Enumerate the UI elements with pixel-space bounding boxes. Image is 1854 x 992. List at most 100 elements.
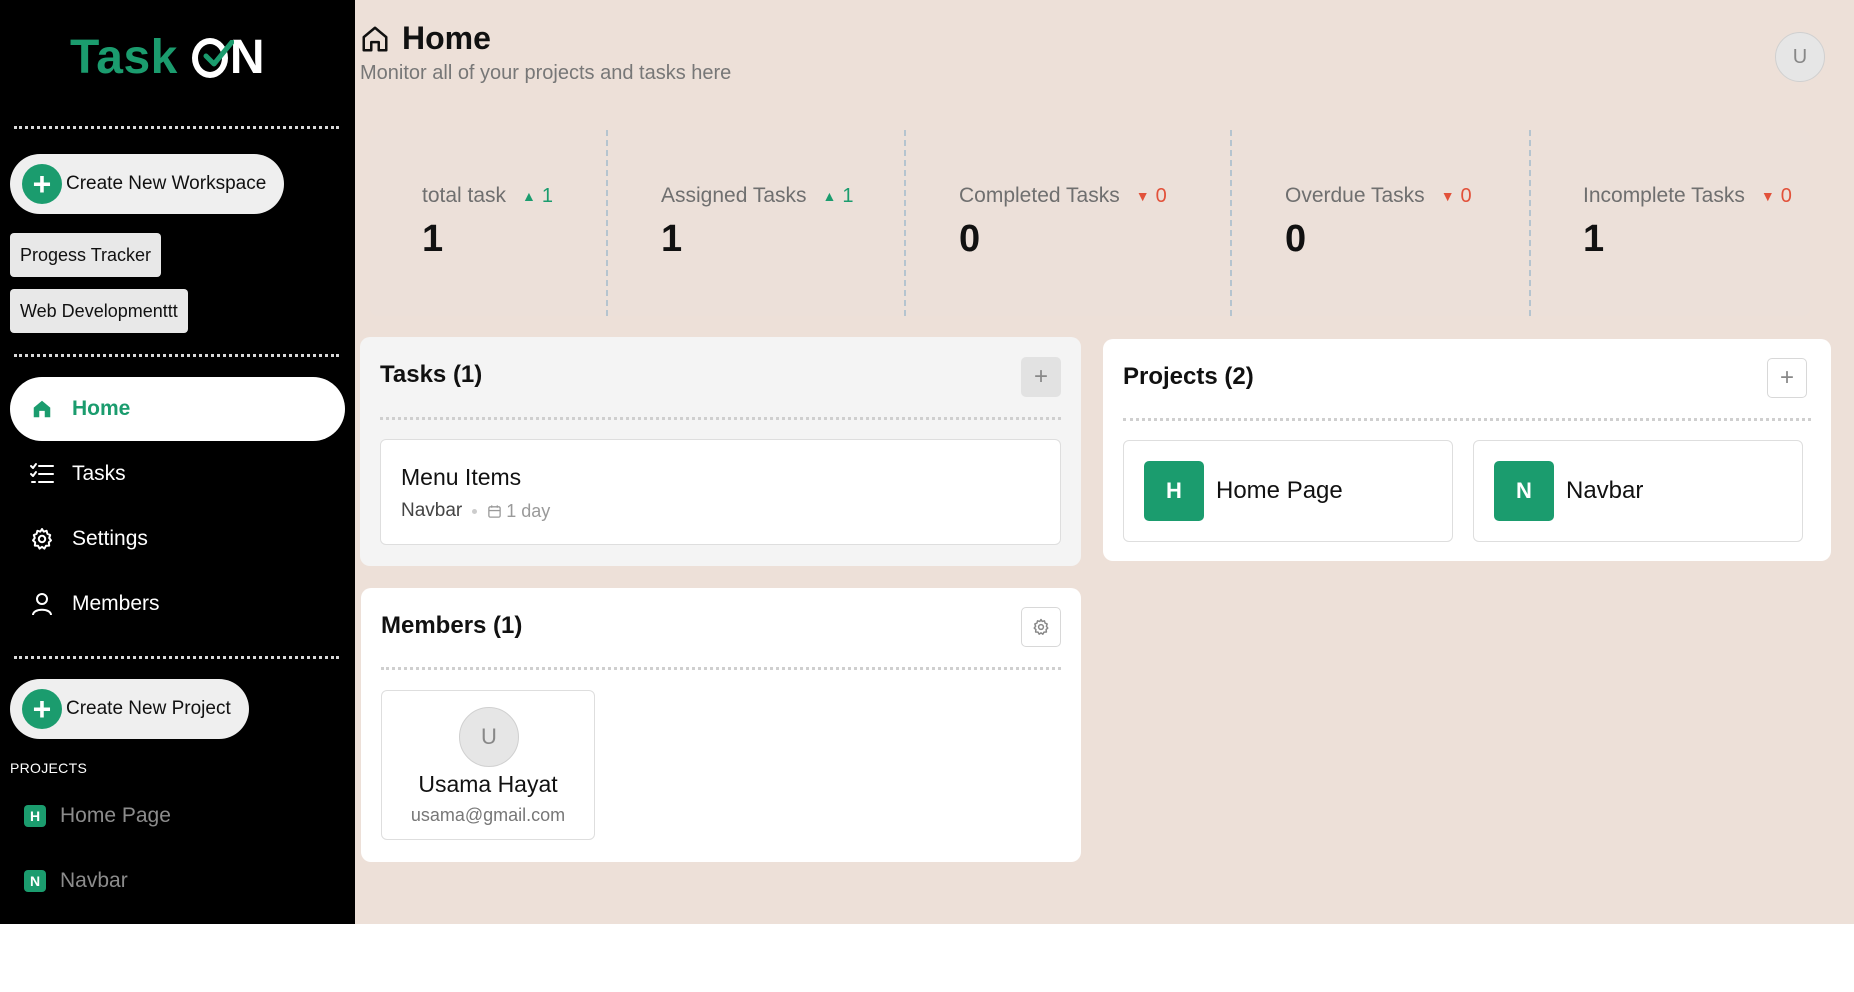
task-item[interactable]: Menu Items Navbar 1 day: [380, 439, 1061, 545]
project-initial-badge: H: [1144, 461, 1204, 521]
plus-icon: +: [1033, 363, 1048, 390]
nav-item-tasks[interactable]: Tasks: [10, 442, 345, 506]
sidebar-project-navbar[interactable]: N Navbar: [24, 869, 128, 893]
create-workspace-label: Create New Workspace: [66, 173, 267, 194]
user-icon: [28, 590, 56, 618]
trend-value: 1: [541, 184, 554, 207]
nav-item-home[interactable]: Home: [10, 377, 345, 441]
plus-icon: +: [1779, 364, 1794, 391]
divider: [14, 354, 339, 357]
divider: [14, 656, 339, 659]
sidebar-project-label: Home Page: [60, 804, 171, 827]
create-project-button[interactable]: + Create New Project: [10, 679, 249, 739]
main-content: Home Monitor all of your projects and ta…: [355, 0, 1854, 924]
stat-label: total task: [422, 184, 507, 207]
triangle-down-icon: ▼: [1440, 188, 1455, 204]
app-logo[interactable]: Task N: [70, 30, 265, 85]
trend-down-indicator: ▼ 0: [1761, 185, 1792, 208]
trend-down-indicator: ▼ 0: [1136, 185, 1167, 208]
sidebar: Task N + Create New Workspace Progess Tr…: [0, 0, 355, 924]
stat-value: 0: [959, 218, 981, 260]
members-card: Members (1) U Usama Hayat usama@gmail.co…: [361, 588, 1081, 862]
trend-up-indicator: ▲ 1: [522, 185, 553, 208]
nav-item-label: Home: [72, 397, 131, 420]
workspace-item-web-developmenttt[interactable]: Web Developmenttt: [10, 289, 188, 333]
page-title: Home: [360, 20, 491, 57]
user-avatar[interactable]: U: [1775, 32, 1825, 82]
trend-down-indicator: ▼ 0: [1441, 185, 1472, 208]
nav-item-label: Members: [72, 592, 160, 615]
tasks-card-title: Tasks (1): [380, 361, 483, 388]
divider: [14, 126, 339, 129]
plus-icon: +: [22, 689, 62, 729]
stats-panel: total task ▲ 1 1 Assigned Tasks ▲ 1 1 Comp…: [370, 130, 1810, 316]
project-initial-badge: N: [1494, 461, 1554, 521]
stat-label: Completed Tasks: [959, 184, 1120, 207]
stat-value: 1: [1583, 218, 1605, 260]
logo-text-task: Task: [70, 31, 178, 84]
trend-value: 0: [1155, 184, 1167, 207]
stat-label: Incomplete Tasks: [1583, 184, 1745, 207]
plus-icon: +: [22, 164, 62, 204]
member-card[interactable]: U Usama Hayat usama@gmail.com: [381, 690, 595, 840]
member-email: usama@gmail.com: [410, 805, 566, 825]
task-project: Navbar: [401, 500, 463, 521]
triangle-down-icon: ▼: [1135, 188, 1150, 204]
divider: [381, 667, 1061, 670]
home-icon: [28, 395, 56, 423]
stat-completed-tasks: Completed Tasks ▼ 0 0: [906, 130, 1232, 316]
divider: [1123, 418, 1811, 421]
triangle-up-icon: ▲: [522, 188, 536, 204]
triangle-up-icon: ▲: [822, 188, 837, 204]
member-name: Usama Hayat: [418, 771, 558, 797]
members-card-title: Members (1): [381, 612, 523, 639]
task-due: 1 day: [506, 500, 551, 521]
list-icon: [28, 460, 56, 488]
sidebar-project-home-page[interactable]: H Home Page: [24, 804, 171, 828]
project-name: Home Page: [1216, 477, 1343, 504]
tasks-card: Tasks (1) + Menu Items Navbar 1 day: [360, 337, 1081, 566]
trend-up-indicator: ▲ 1: [823, 185, 854, 208]
project-card-home-page[interactable]: H Home Page: [1123, 440, 1453, 542]
dot-separator: [472, 508, 478, 514]
workspace-item-progess-tracker[interactable]: Progess Tracker: [10, 233, 162, 277]
stat-value: 1: [661, 218, 683, 260]
sidebar-project-label: Navbar: [60, 869, 128, 892]
calendar-icon: [488, 504, 502, 518]
nav-item-label: Settings: [72, 527, 148, 550]
logo-text-n: N: [229, 31, 266, 84]
nav-item-settings[interactable]: Settings: [10, 507, 345, 571]
stat-label: Assigned Tasks: [661, 184, 807, 207]
stat-assigned-tasks: Assigned Tasks ▲ 1 1: [608, 130, 906, 316]
stat-value: 1: [422, 218, 444, 260]
projects-card: Projects (2) + H Home Page N Navbar: [1103, 339, 1831, 561]
stat-value: 0: [1285, 218, 1307, 260]
project-name: Navbar: [1566, 477, 1644, 504]
nav-item-members[interactable]: Members: [10, 572, 345, 636]
nav-item-label: Tasks: [72, 462, 126, 485]
members-settings-button[interactable]: [1021, 607, 1061, 647]
create-project-label: Create New Project: [66, 698, 231, 719]
trend-value: 0: [1460, 184, 1472, 207]
project-initial-badge: N: [24, 870, 46, 892]
gear-icon: [1033, 618, 1049, 635]
page-subtitle: Monitor all of your projects and tasks h…: [360, 62, 732, 84]
stat-label: Overdue Tasks: [1285, 184, 1425, 207]
gear-icon: [28, 525, 56, 553]
divider: [380, 417, 1061, 420]
member-avatar: U: [459, 707, 519, 767]
page-title-text: Home: [402, 20, 491, 56]
home-outline-icon: [360, 24, 390, 54]
logo-text-on: N: [191, 30, 266, 85]
check-circle-icon: [191, 37, 234, 78]
triangle-down-icon: ▼: [1760, 188, 1775, 204]
create-workspace-button[interactable]: + Create New Workspace: [10, 154, 285, 214]
stat-overdue-tasks: Overdue Tasks ▼ 0 0: [1232, 130, 1531, 316]
add-task-button[interactable]: +: [1021, 357, 1061, 397]
task-name: Menu Items: [401, 464, 522, 490]
add-project-button[interactable]: +: [1767, 358, 1807, 398]
project-initial-badge: H: [24, 805, 46, 827]
trend-value: 0: [1780, 184, 1792, 207]
project-card-navbar[interactable]: N Navbar: [1473, 440, 1803, 542]
stat-incomplete-tasks: Incomplete Tasks ▼ 0 1: [1531, 130, 1810, 316]
